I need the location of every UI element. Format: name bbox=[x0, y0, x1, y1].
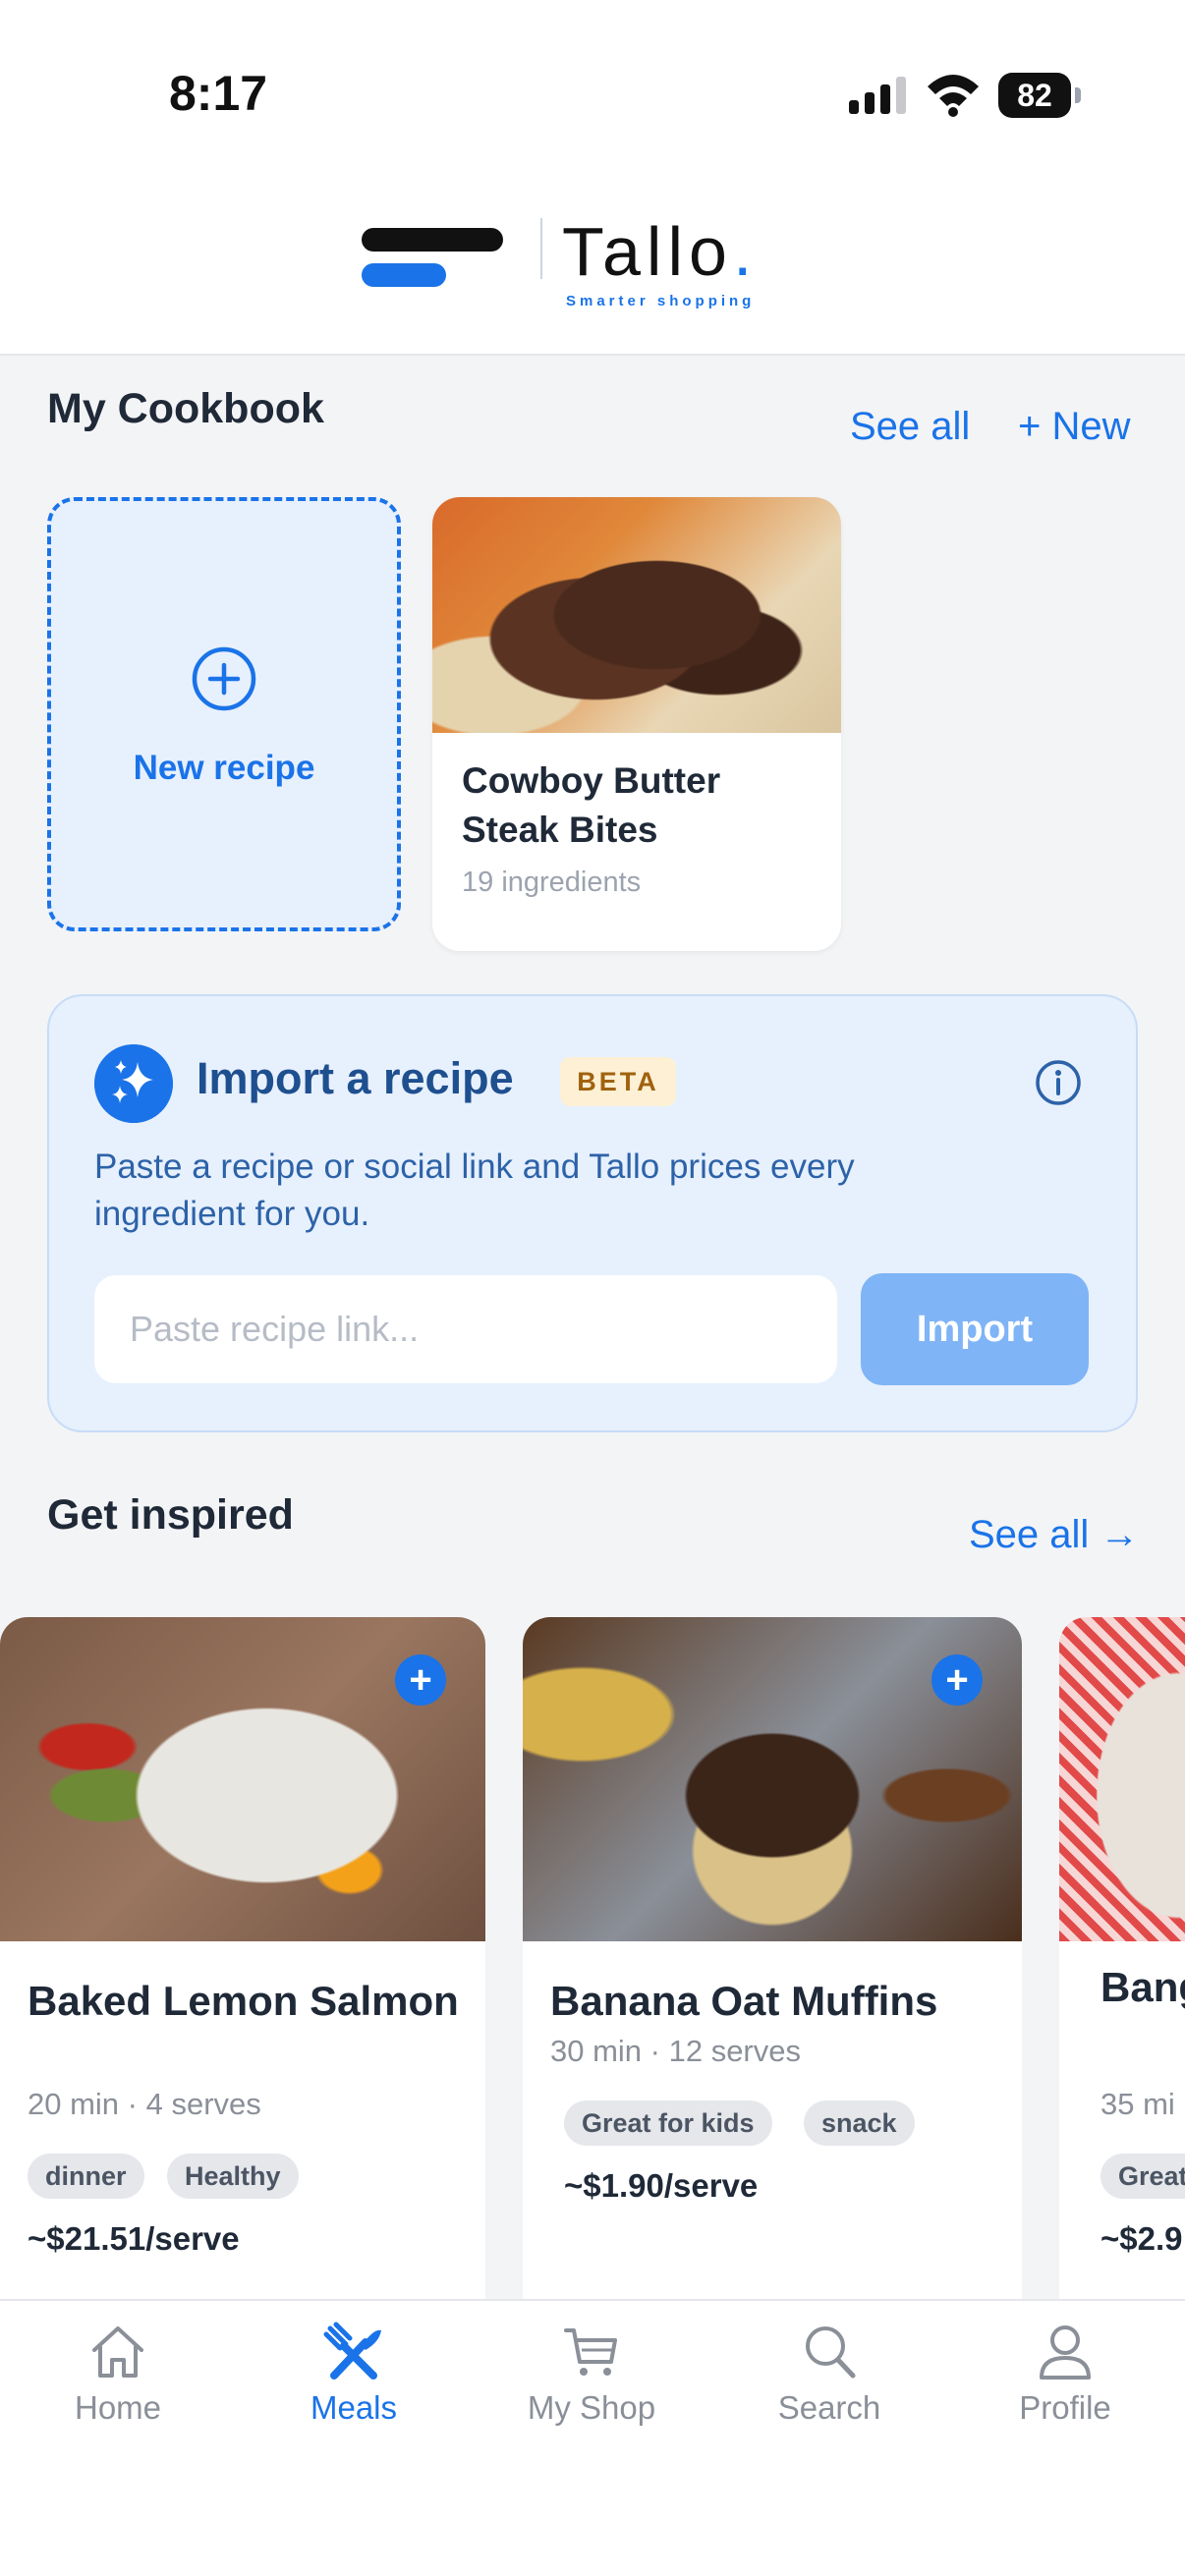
wifi-icon bbox=[928, 75, 979, 117]
profile-icon bbox=[1040, 2325, 1091, 2380]
utensils-icon bbox=[323, 2322, 381, 2380]
nav-label: Home bbox=[74, 2389, 162, 2426]
recipe-meta: 35 mi bbox=[1100, 2087, 1175, 2121]
status-time: 8:17 bbox=[169, 66, 268, 121]
inspired-title: Get inspired bbox=[47, 1491, 294, 1539]
recipe-ingredient-count: 19 ingredients bbox=[462, 867, 642, 898]
logo-divider bbox=[540, 218, 542, 279]
nav-label: Meals bbox=[310, 2389, 398, 2426]
import-title: Import a recipe bbox=[197, 1053, 514, 1103]
recipe-tag: Great bbox=[1100, 2154, 1185, 2199]
new-recipe-card[interactable] bbox=[47, 497, 401, 931]
recipe-meta: 20 min · 4 serves bbox=[28, 2087, 261, 2121]
recipe-price: ~$1.90/serve bbox=[564, 2167, 759, 2204]
add-recipe-icon[interactable]: + bbox=[931, 1654, 983, 1706]
recipe-tag: Great for kids bbox=[564, 2100, 772, 2146]
recipe-price: ~$2.9 bbox=[1100, 2220, 1183, 2257]
brand-dot: . bbox=[732, 213, 759, 290]
sparkle-icon bbox=[94, 1044, 173, 1123]
cart-icon bbox=[564, 2328, 617, 2376]
recipe-price: ~$21.51/serve bbox=[28, 2220, 240, 2257]
search-icon bbox=[806, 2326, 856, 2379]
recipe-tag: Healthy bbox=[167, 2154, 299, 2199]
recipe-link-input[interactable] bbox=[94, 1275, 837, 1383]
recipe-image bbox=[1059, 1617, 1185, 1941]
nav-meals[interactable]: Meals bbox=[255, 2321, 452, 2438]
recipe-card[interactable]: Cowboy Butter Steak Bites 19 ingredients bbox=[432, 497, 841, 951]
nav-my-shop[interactable]: My Shop bbox=[493, 2321, 690, 2438]
new-recipe-link[interactable]: + New bbox=[1018, 405, 1131, 449]
recipe-tag: snack bbox=[804, 2100, 915, 2146]
import-button[interactable]: Import bbox=[861, 1273, 1089, 1385]
recipe-image bbox=[432, 497, 841, 733]
nav-profile[interactable]: Profile bbox=[967, 2321, 1163, 2438]
inspired-card[interactable]: Bang with 35 mi Great ~$2.9 bbox=[1059, 1617, 1185, 2305]
recipe-title: Banana Oat Muffins bbox=[550, 1978, 938, 2024]
import-description: Paste a recipe or social link and Tallo … bbox=[94, 1148, 855, 1233]
info-icon[interactable] bbox=[1034, 1058, 1083, 1107]
cookbook-see-all-link[interactable]: See all bbox=[850, 405, 970, 449]
cookbook-title: My Cookbook bbox=[47, 385, 324, 432]
add-recipe-icon[interactable]: + bbox=[395, 1654, 446, 1706]
battery-tip bbox=[1075, 87, 1081, 103]
recipe-tag: dinner bbox=[28, 2154, 144, 2199]
nav-label: My Shop bbox=[527, 2389, 656, 2426]
brand-text: Tallo bbox=[562, 213, 733, 290]
recipe-title: Cowboy Butter Steak Bites bbox=[462, 760, 721, 850]
new-recipe-label: New recipe bbox=[133, 749, 315, 787]
inspired-card[interactable]: + Banana Oat Muffins 30 min · 12 serves … bbox=[523, 1617, 1022, 2305]
battery-level: 82 bbox=[998, 73, 1071, 118]
plus-circle-icon bbox=[192, 646, 256, 711]
nav-label: Search bbox=[777, 2389, 881, 2426]
brand-name: Tallo. bbox=[562, 212, 758, 291]
recipe-meta: 30 min · 12 serves bbox=[550, 2034, 801, 2068]
tallo-logo-icon bbox=[360, 212, 507, 291]
recipe-title: Bang with bbox=[1100, 1964, 1185, 2010]
nav-search[interactable]: Search bbox=[731, 2321, 928, 2438]
battery-indicator: 82 bbox=[998, 73, 1081, 118]
home-icon bbox=[92, 2326, 143, 2378]
cellular-signal-icon bbox=[849, 77, 906, 114]
inspired-see-all-link[interactable]: See all → bbox=[969, 1513, 1139, 1557]
recipe-title: Baked Lemon Salmon bbox=[28, 1978, 459, 2024]
brand-tagline: Smarter shopping bbox=[566, 293, 756, 309]
nav-home[interactable]: Home bbox=[20, 2321, 216, 2438]
nav-label: Profile bbox=[1019, 2389, 1111, 2426]
beta-badge: BETA bbox=[560, 1057, 676, 1106]
inspired-card[interactable]: + Baked Lemon Salmon 20 min · 4 serves d… bbox=[0, 1617, 485, 2305]
